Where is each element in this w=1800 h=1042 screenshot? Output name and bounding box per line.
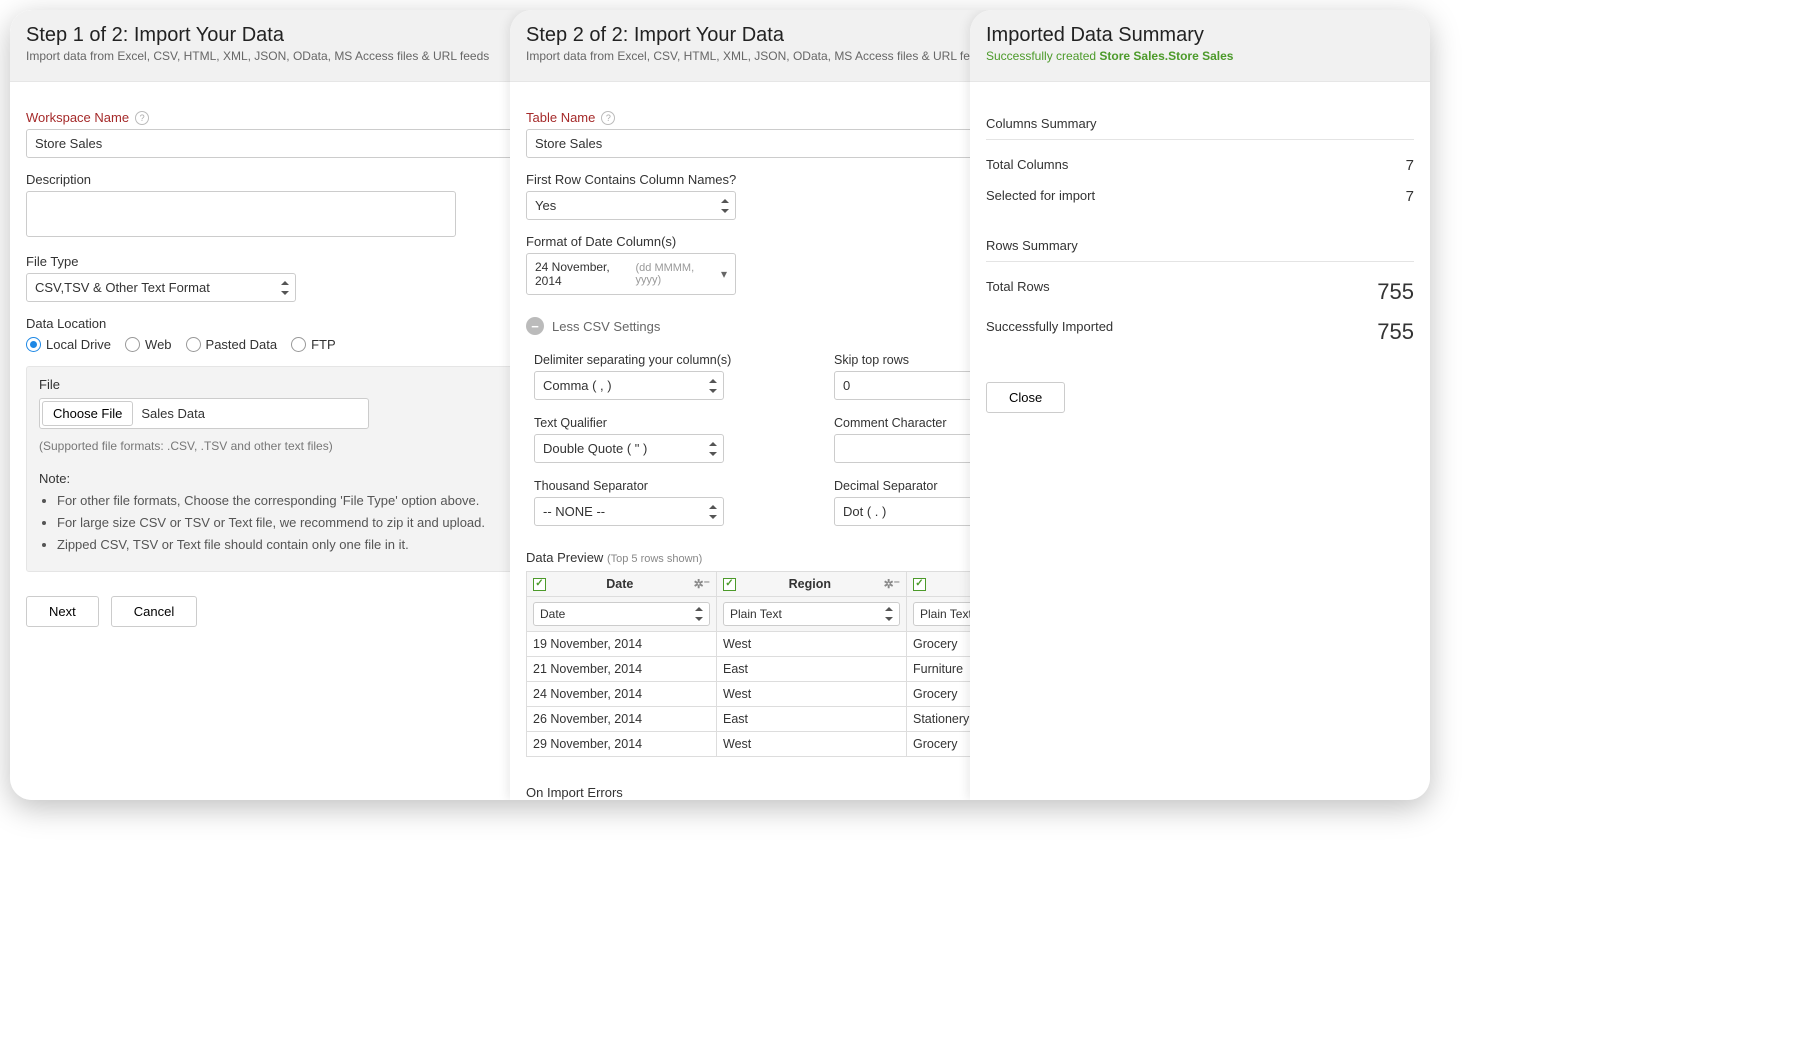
delimiter-label: Delimiter separating your column(s) [534,353,834,367]
total-columns-row: Total Columns 7 [986,150,1414,181]
radio-ftp[interactable]: FTP [291,337,336,352]
summary-title: Imported Data Summary [986,24,1414,47]
dateformat-hint: (dd MMMM, yyyy) [635,262,710,286]
column-name: Region [742,577,878,591]
radio-icon [186,337,201,352]
column-checkbox[interactable]: ✓ [533,578,546,591]
help-icon[interactable]: ? [601,111,615,125]
chevron-down-icon: ▾ [721,267,727,281]
delimiter-select[interactable]: Comma ( , ) [534,371,724,400]
help-icon[interactable]: ? [135,111,149,125]
radio-web[interactable]: Web [125,337,172,352]
radio-icon [125,337,140,352]
firstrow-select[interactable]: Yes [526,191,736,220]
column-name: Date [552,577,688,591]
gear-icon[interactable]: ✲⁻ [694,577,710,591]
total-rows-value: 755 [1377,279,1414,305]
file-picker[interactable]: Choose File Sales Data [39,398,369,429]
column-type-select[interactable]: Plain Text [723,602,900,626]
cancel-button[interactable]: Cancel [111,596,197,627]
minus-icon: − [526,317,544,335]
import-wizard-stage: Step 1 of 2: Import Your Data Import dat… [10,10,1430,800]
filetype-select[interactable]: CSV,TSV & Other Text Format [26,273,296,302]
qualifier-label: Text Qualifier [534,416,834,430]
dateformat-select[interactable]: 24 November, 2014 (dd MMMM, yyyy) ▾ [526,253,736,295]
close-button[interactable]: Close [986,382,1065,413]
summary-panel: Imported Data Summary Successfully creat… [970,10,1430,800]
chosen-file-name: Sales Data [133,402,213,425]
column-type-select[interactable]: Date [533,602,710,626]
rows-summary-title: Rows Summary [986,238,1414,253]
radio-local-drive[interactable]: Local Drive [26,337,111,352]
description-input[interactable] [26,191,456,237]
summary-subtitle: Successfully created Store Sales.Store S… [986,49,1414,63]
imported-rows-value: 755 [1377,319,1414,345]
radio-icon [291,337,306,352]
next-button[interactable]: Next [26,596,99,627]
total-columns-value: 7 [1406,157,1414,174]
total-rows-row: Total Rows 755 [986,272,1414,312]
summary-header: Imported Data Summary Successfully creat… [970,10,1430,82]
thousand-label: Thousand Separator [534,479,834,493]
radio-pasted-data[interactable]: Pasted Data [186,337,278,352]
column-checkbox[interactable]: ✓ [913,578,926,591]
column-checkbox[interactable]: ✓ [723,578,736,591]
gear-icon[interactable]: ✲⁻ [884,577,900,591]
selected-columns-value: 7 [1406,188,1414,205]
qualifier-select[interactable]: Double Quote ( " ) [534,434,724,463]
choose-file-button[interactable]: Choose File [42,401,133,426]
thousand-select[interactable]: -- NONE -- [534,497,724,526]
columns-summary-title: Columns Summary [986,116,1414,131]
dateformat-value: 24 November, 2014 [535,260,625,288]
imported-rows-row: Successfully Imported 755 [986,312,1414,352]
selected-columns-row: Selected for import 7 [986,181,1414,212]
radio-icon [26,337,41,352]
